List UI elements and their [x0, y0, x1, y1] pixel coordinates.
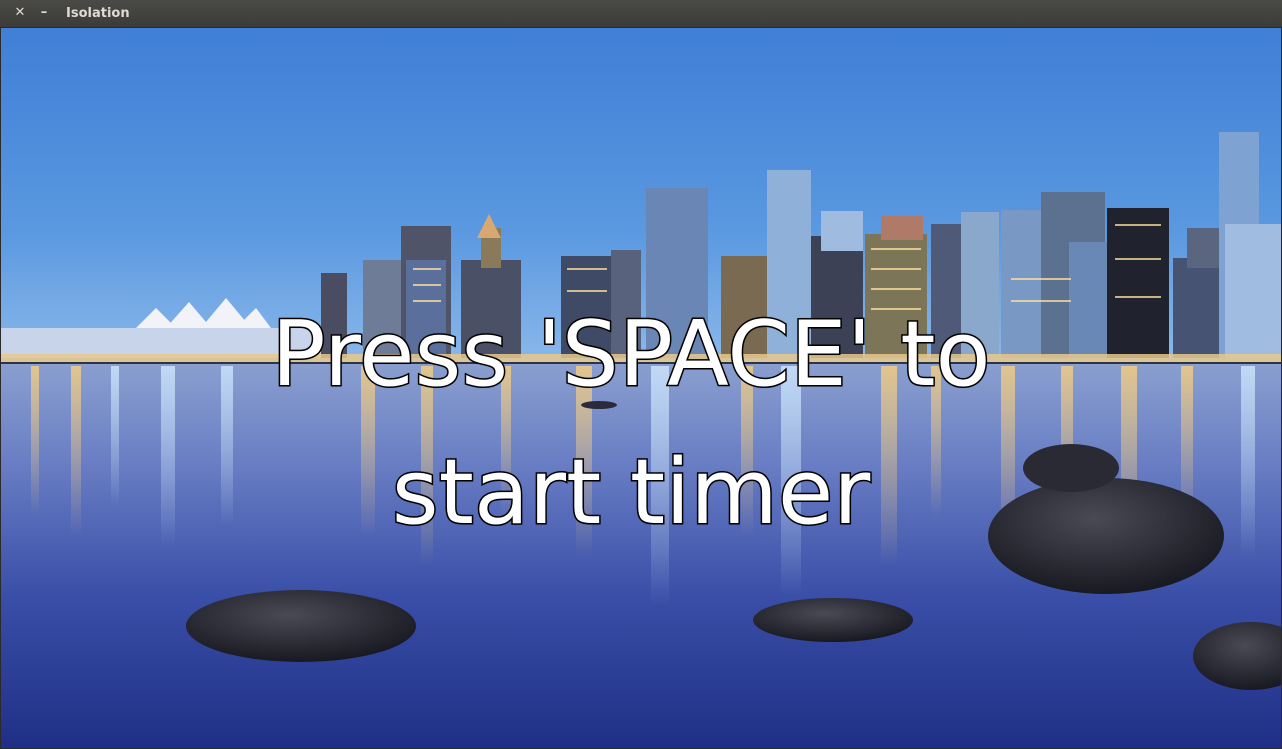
app-window: ✕ – Isolation Press 'SPACE' to start tim…: [0, 0, 1282, 749]
minimize-icon[interactable]: –: [36, 5, 52, 21]
prompt-line-1: Press 'SPACE' to: [270, 301, 992, 409]
start-timer-prompt: Press 'SPACE' to start timer: [1, 286, 1261, 562]
window-title: Isolation: [66, 6, 130, 21]
window-titlebar[interactable]: ✕ – Isolation: [0, 0, 1282, 28]
close-icon[interactable]: ✕: [12, 5, 28, 21]
game-canvas[interactable]: Press 'SPACE' to start timer: [1, 28, 1281, 748]
prompt-line-2: start timer: [390, 439, 872, 547]
